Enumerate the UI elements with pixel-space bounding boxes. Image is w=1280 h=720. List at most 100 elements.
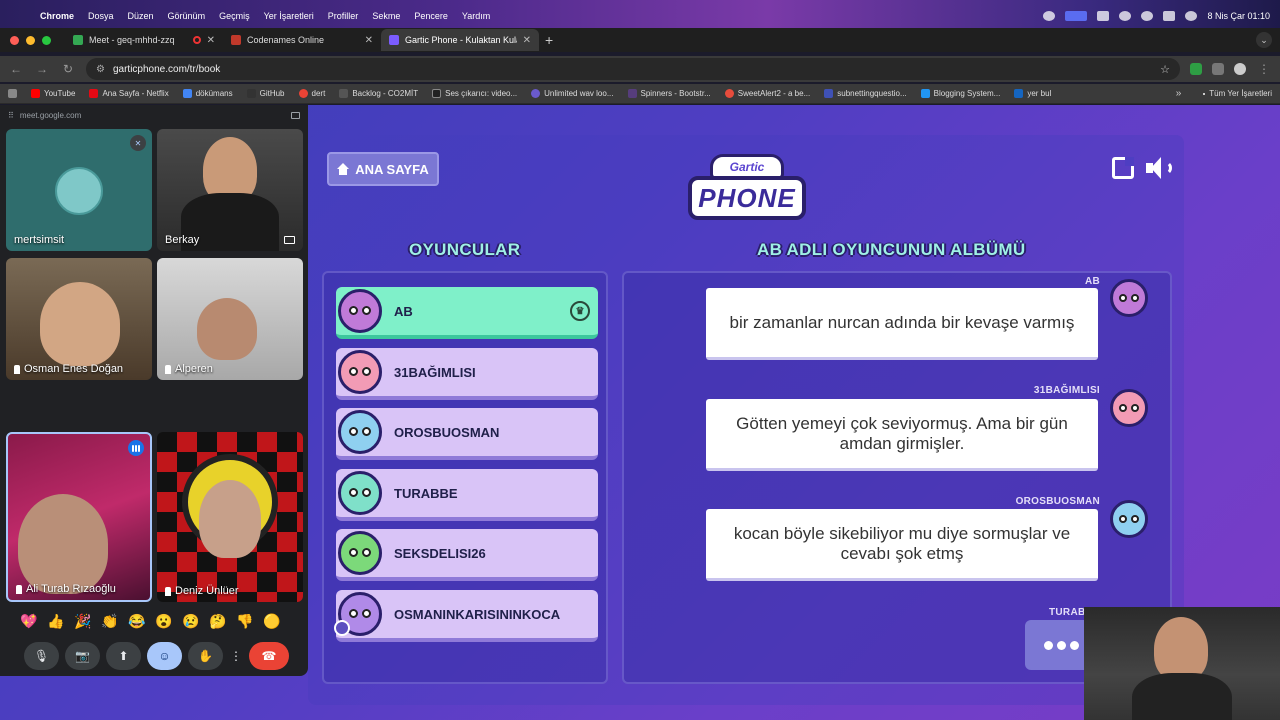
return-to-tab-icon[interactable] xyxy=(291,111,300,119)
player-row[interactable]: OSMANINKARISININKOCA xyxy=(334,590,598,642)
menu-profiller[interactable]: Profiller xyxy=(328,11,359,21)
bookmark-unlimited-wav[interactable]: Unlimited wav loo... xyxy=(531,89,614,98)
back-arrow-icon[interactable]: ← xyxy=(8,62,24,76)
address-url[interactable]: garticphone.com/tr/book xyxy=(113,64,220,75)
status-icon[interactable] xyxy=(1043,11,1056,21)
extensions-puzzle-icon[interactable] xyxy=(1212,63,1224,75)
raise-hand-button[interactable]: ✋ xyxy=(188,642,223,670)
participant-name: mertsimsit xyxy=(14,234,65,246)
bookmark-spinners[interactable]: Spinners - Bootstr... xyxy=(627,89,711,98)
apps-grid-icon[interactable] xyxy=(8,89,17,98)
bookmark-subnetting[interactable]: subnettingquestio... xyxy=(824,89,907,98)
meet-header: ⠿ meet.google.com xyxy=(0,105,308,125)
mic-button[interactable]: 🎙 xyxy=(24,642,59,670)
menu-gecmis[interactable]: Geçmiş xyxy=(219,11,250,21)
player-row[interactable]: SEKSDELISI26 xyxy=(336,529,598,581)
bookmark-backlog[interactable]: Backlog - CO2MİT xyxy=(339,89,418,98)
reaction-party[interactable]: 🎉 xyxy=(72,613,94,630)
reactions-button[interactable]: ☺ xyxy=(147,642,182,670)
more-options-button[interactable]: ⋮ xyxy=(229,642,243,670)
bookmark-label: subnettingquestio... xyxy=(837,89,907,98)
bookmark-ses-cikarici[interactable]: Ses çıkarıcı: video... xyxy=(432,89,517,98)
menu-gorunum[interactable]: Görünüm xyxy=(168,11,206,21)
phone-hangup-icon: ☎ xyxy=(261,649,277,663)
reaction-clap[interactable]: 👏 xyxy=(99,613,121,630)
tab-gartic-phone[interactable]: Gartic Phone - Kulaktan Kula ✕ xyxy=(381,29,539,51)
screen-share-icon[interactable] xyxy=(1065,11,1088,21)
bookmark-star-icon[interactable]: ☆ xyxy=(1160,63,1170,76)
bookmark-dert[interactable]: dert xyxy=(298,89,325,98)
menu-pencere[interactable]: Pencere xyxy=(414,11,448,21)
tab-close-icon[interactable]: ✕ xyxy=(207,35,215,46)
bookmark-youtube[interactable]: YouTube xyxy=(31,89,75,98)
reaction-heart[interactable]: 💖 xyxy=(18,613,40,630)
reaction-thinking[interactable]: 🤔 xyxy=(207,613,229,630)
present-screen-icon: ⬆ xyxy=(118,649,129,663)
control-center-icon[interactable] xyxy=(1163,11,1176,21)
tab-close-icon[interactable]: ✕ xyxy=(523,35,531,46)
home-button[interactable]: ANA SAYFA xyxy=(327,152,439,186)
siri-icon[interactable] xyxy=(1185,11,1198,21)
tab-meet[interactable]: Meet - geq-mhhd-zzq ✕ xyxy=(65,29,223,51)
new-tab-icon[interactable]: + xyxy=(545,32,553,48)
docs-icon xyxy=(182,89,192,98)
bookmark-github[interactable]: GitHub xyxy=(246,89,285,98)
participant-tile[interactable]: ✕ mertsimsit xyxy=(6,129,152,251)
album-author: 31BAĞIMLISI xyxy=(1033,385,1100,396)
bookmark-sweetalert[interactable]: SweetAlert2 - a be... xyxy=(724,89,810,98)
drag-handle-icon[interactable]: ⠿ xyxy=(8,111,14,120)
participant-tile[interactable]: Deniz Ünlüer xyxy=(157,432,303,602)
forward-arrow-icon[interactable]: → xyxy=(34,62,50,76)
camera-button[interactable]: 📷 xyxy=(65,642,100,670)
present-button[interactable]: ⬆ xyxy=(106,642,141,670)
all-bookmarks-folder[interactable]: Tüm Yer İşaretleri xyxy=(1203,89,1272,98)
player-row[interactable]: OROSBUOSMAN xyxy=(336,408,598,460)
reaction-thumbs-up[interactable]: 👍 xyxy=(45,613,67,630)
close-window-icon[interactable] xyxy=(10,35,19,45)
profile-avatar-icon[interactable] xyxy=(1234,63,1246,75)
address-bar[interactable]: ⚙ garticphone.com/tr/book ☆ xyxy=(86,58,1180,80)
reaction-surprised[interactable]: 😮 xyxy=(153,613,175,630)
participant-tile[interactable]: Osman Enes Doğan xyxy=(6,258,152,380)
site-info-icon[interactable]: ⚙ xyxy=(96,64,105,75)
tab-codenames[interactable]: Codenames Online ✕ xyxy=(223,29,381,51)
bookmark-yer-bul[interactable]: yer bul xyxy=(1014,89,1051,98)
tab-search-chevron-icon[interactable]: ⌄ xyxy=(1256,32,1272,48)
hang-up-button[interactable]: ☎ xyxy=(249,642,289,670)
menu-dosya[interactable]: Dosya xyxy=(88,11,114,21)
wifi-icon[interactable] xyxy=(1119,11,1132,21)
minimize-window-icon[interactable] xyxy=(26,35,35,45)
bookmark-blogging[interactable]: Blogging System... xyxy=(920,89,1000,98)
reload-icon[interactable]: ↻ xyxy=(60,62,76,76)
zoom-window-icon[interactable] xyxy=(42,35,51,45)
wav-icon xyxy=(531,89,541,98)
participant-tile[interactable]: Berkay xyxy=(157,129,303,251)
player-row[interactable]: TURABBE xyxy=(336,469,598,521)
participant-tile-active-speaker[interactable]: Ali Turab Rızaoğlu xyxy=(6,432,152,602)
reaction-thumbs-down[interactable]: 👎 xyxy=(234,613,256,630)
fullscreen-icon[interactable] xyxy=(1112,157,1134,179)
bookmark-netflix[interactable]: Ana Sayfa - Netflix xyxy=(89,89,169,98)
player-avatar xyxy=(338,410,382,454)
menu-yer-isaretleri[interactable]: Yer İşaretleri xyxy=(264,11,314,21)
menubar-clock[interactable]: 8 Nis Çar 01:10 xyxy=(1207,11,1270,21)
menu-sekme[interactable]: Sekme xyxy=(372,11,400,21)
reaction-sad[interactable]: 😢 xyxy=(180,613,202,630)
menu-duzen[interactable]: Düzen xyxy=(128,11,154,21)
volume-icon[interactable] xyxy=(1146,157,1172,179)
player-row[interactable]: AB ♛ xyxy=(336,287,598,339)
reaction-skin-tone[interactable]: 🟡 xyxy=(261,613,283,630)
chrome-menu-icon[interactable]: ⋮ xyxy=(1256,62,1272,76)
menu-yardim[interactable]: Yardım xyxy=(462,11,490,21)
reaction-laugh[interactable]: 😂 xyxy=(126,613,148,630)
player-row[interactable]: 31BAĞIMLISI xyxy=(336,348,598,400)
spotlight-search-icon[interactable] xyxy=(1141,11,1154,21)
bookmarks-overflow-chevron-icon[interactable]: » xyxy=(1176,88,1182,99)
participant-tile[interactable]: Alperen xyxy=(157,258,303,380)
bookmark-dokumans[interactable]: dökümans xyxy=(182,89,233,98)
browser-toolbar: ← → ↻ ⚙ garticphone.com/tr/book ☆ ⋮ xyxy=(0,56,1280,82)
battery-icon[interactable] xyxy=(1097,11,1110,21)
extension-icon[interactable] xyxy=(1190,63,1202,75)
menu-chrome[interactable]: Chrome xyxy=(40,11,74,21)
tab-close-icon[interactable]: ✕ xyxy=(365,35,373,46)
